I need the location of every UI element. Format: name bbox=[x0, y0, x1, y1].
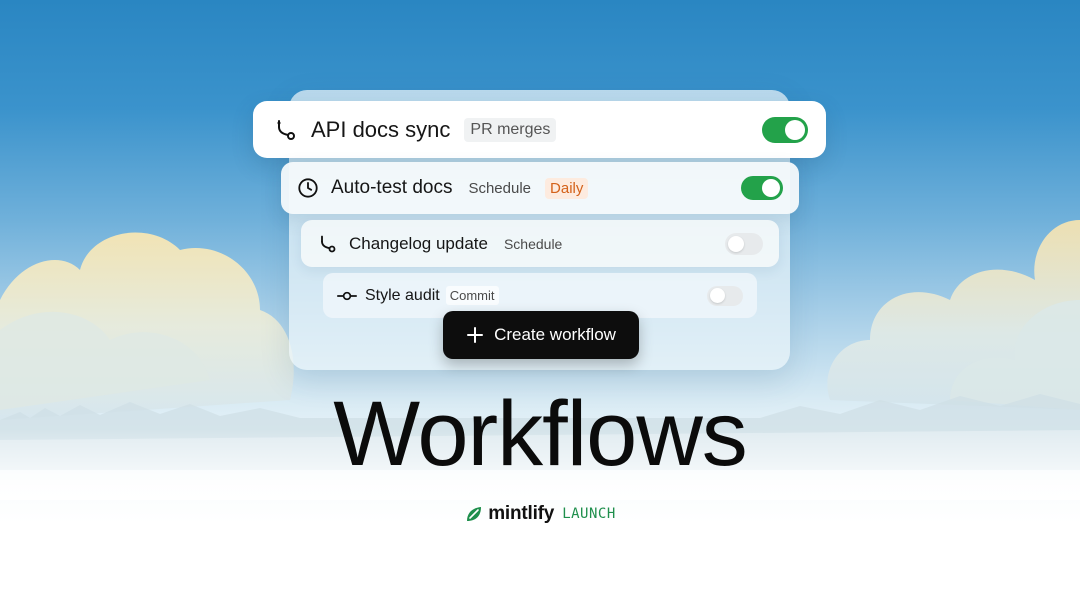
workflow-toggle[interactable] bbox=[707, 285, 743, 306]
workflow-title: Changelog update bbox=[349, 233, 488, 253]
trigger-tag: PR merges bbox=[464, 117, 557, 142]
brand-tagline: LAUNCH bbox=[562, 506, 616, 522]
git-commit-icon bbox=[337, 289, 357, 303]
create-workflow-label: Create workflow bbox=[494, 325, 616, 344]
brand-wordmark: mintlify bbox=[488, 503, 555, 524]
workflow-toggle[interactable] bbox=[725, 232, 763, 255]
trigger-tag: Schedule bbox=[503, 235, 563, 252]
trigger-tag: Commit bbox=[445, 286, 499, 305]
plus-icon bbox=[466, 326, 484, 344]
trigger-tag: Schedule bbox=[468, 179, 532, 197]
frequency-badge: Daily bbox=[545, 177, 589, 199]
brand-lockup: mintlify LAUNCH bbox=[0, 503, 1080, 525]
create-workflow-button[interactable]: Create workflow bbox=[443, 311, 639, 359]
git-branch-icon bbox=[317, 234, 337, 254]
clock-icon bbox=[297, 177, 319, 199]
workflow-toggle[interactable] bbox=[762, 116, 808, 143]
workflow-title: Auto-test docs bbox=[331, 177, 453, 198]
page-title: Workflows bbox=[333, 383, 748, 485]
workflow-title: Style audit bbox=[365, 286, 440, 304]
workflow-row-api-docs-sync[interactable]: API docs sync PR merges bbox=[253, 101, 826, 158]
workflow-row-auto-test-docs[interactable]: Auto-test docs Schedule Daily bbox=[281, 162, 799, 214]
workflow-toggle[interactable] bbox=[741, 176, 783, 200]
git-branch-icon bbox=[273, 118, 297, 142]
mintlify-leaf-icon bbox=[464, 504, 484, 524]
workflow-title: API docs sync bbox=[311, 116, 451, 142]
workflow-row-changelog-update[interactable]: Changelog update Schedule bbox=[301, 220, 779, 267]
